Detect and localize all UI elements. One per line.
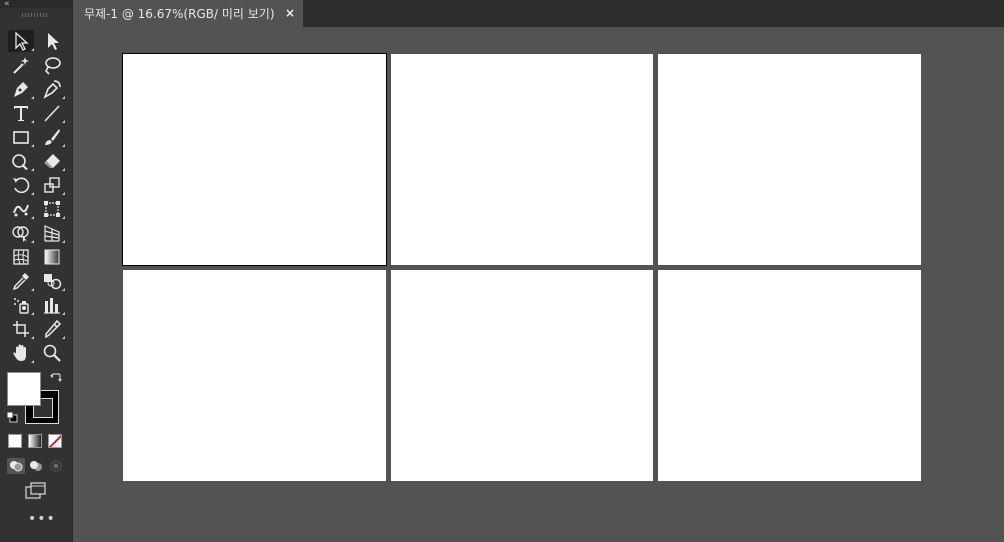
artboard-5[interactable]: [391, 270, 653, 481]
swap-fill-stroke-icon[interactable]: [50, 372, 62, 384]
fill-color-swatch[interactable]: [7, 372, 41, 406]
eraser-tool[interactable]: [39, 150, 65, 172]
slice-tool-icon: [45, 319, 62, 339]
free-transform-tool-icon: [44, 201, 60, 217]
rotate-tool[interactable]: [8, 174, 34, 196]
mesh-tool-icon: [13, 249, 29, 265]
screen-mode-icon[interactable]: [25, 482, 47, 500]
document-tab-title: 무제-1 @ 16.67%(RGB/ 미리 보기): [84, 7, 275, 21]
zoom-tool-icon: [43, 344, 61, 362]
color-mode-button[interactable]: [8, 434, 22, 448]
default-fill-stroke-icon[interactable]: [6, 411, 18, 423]
type-tool-icon: [14, 106, 28, 121]
magic-wand-tool-icon: [13, 57, 29, 74]
pen-tool-icon: [14, 82, 28, 97]
rotate-tool-icon: [13, 177, 30, 194]
document-tab[interactable]: 무제-1 @ 16.67%(RGB/ 미리 보기) ×: [74, 0, 303, 27]
draw-behind-button[interactable]: [27, 458, 45, 474]
perspective-grid-tool-icon: [44, 225, 60, 242]
draw-behind-icon: [30, 461, 42, 471]
gradient-mode-button[interactable]: [28, 434, 42, 448]
artboard-3[interactable]: [658, 54, 921, 265]
draw-normal-icon: [10, 461, 23, 472]
line-segment-tool[interactable]: [39, 102, 65, 124]
puppet-warp-tool-icon: [13, 204, 29, 217]
artboard-6[interactable]: [658, 270, 921, 481]
blend-tool-icon: [44, 274, 62, 290]
shaper-tool-icon: [12, 154, 28, 170]
puppet-warp-tool[interactable]: [8, 198, 34, 220]
artboard-tool-icon: [13, 321, 29, 337]
tools-panel-header: «: [0, 0, 73, 9]
curvature-tool[interactable]: [39, 78, 65, 100]
paintbrush-tool-icon: [45, 129, 60, 145]
line-segment-tool-icon: [44, 105, 60, 122]
scale-tool-icon: [44, 177, 60, 193]
shaper-tool[interactable]: [8, 150, 34, 172]
tools-panel: « •••: [0, 0, 73, 542]
shape-builder-tool-icon: [12, 226, 29, 242]
edit-toolbar-more-icon[interactable]: •••: [28, 512, 56, 526]
draw-inside-button[interactable]: [47, 458, 65, 474]
shape-builder-tool[interactable]: [8, 222, 34, 244]
blend-tool[interactable]: [39, 270, 65, 292]
gradient-tool[interactable]: [39, 246, 65, 268]
eyedropper-tool-icon: [12, 273, 29, 291]
selection-tool[interactable]: [8, 30, 34, 52]
mesh-tool[interactable]: [8, 246, 34, 268]
draw-inside-icon: [50, 460, 62, 472]
eraser-tool-icon: [44, 154, 60, 168]
rectangle-tool-icon: [13, 131, 29, 144]
canvas-area[interactable]: [74, 27, 1004, 542]
pen-tool[interactable]: [8, 78, 34, 100]
hand-tool-icon: [13, 344, 26, 361]
lasso-tool-icon: [45, 57, 61, 75]
rectangle-tool[interactable]: [8, 126, 34, 148]
symbol-sprayer-tool[interactable]: [8, 294, 34, 316]
zoom-tool[interactable]: [39, 342, 65, 364]
panel-grip-handle[interactable]: [22, 13, 48, 17]
selection-tool-icon: [15, 31, 29, 51]
symbol-sprayer-tool-icon: [14, 298, 29, 314]
collapse-panel-icon[interactable]: «: [4, 0, 9, 9]
close-tab-icon[interactable]: ×: [285, 0, 295, 27]
gradient-tool-icon: [44, 249, 60, 265]
document-tab-bar: 무제-1 @ 16.67%(RGB/ 미리 보기) ×: [74, 0, 1004, 27]
scale-tool[interactable]: [39, 174, 65, 196]
artboard-2[interactable]: [391, 54, 653, 265]
column-graph-tool[interactable]: [39, 294, 65, 316]
artboard-1[interactable]: [122, 53, 387, 266]
artboard-tool[interactable]: [8, 318, 34, 340]
free-transform-tool[interactable]: [39, 198, 65, 220]
artboard-4[interactable]: [123, 270, 386, 481]
draw-normal-button[interactable]: [7, 458, 25, 474]
column-graph-tool-icon: [44, 298, 60, 314]
lasso-tool[interactable]: [39, 54, 65, 76]
type-tool[interactable]: [8, 102, 34, 124]
hand-tool[interactable]: [8, 342, 34, 364]
slice-tool[interactable]: [39, 318, 65, 340]
direct-selection-tool[interactable]: [39, 30, 65, 52]
perspective-grid-tool[interactable]: [39, 222, 65, 244]
magic-wand-tool[interactable]: [8, 54, 34, 76]
paintbrush-tool[interactable]: [39, 126, 65, 148]
none-mode-button[interactable]: [48, 434, 62, 448]
direct-selection-tool-icon: [48, 33, 59, 50]
curvature-tool-icon: [43, 80, 61, 99]
eyedropper-tool[interactable]: [8, 270, 34, 292]
